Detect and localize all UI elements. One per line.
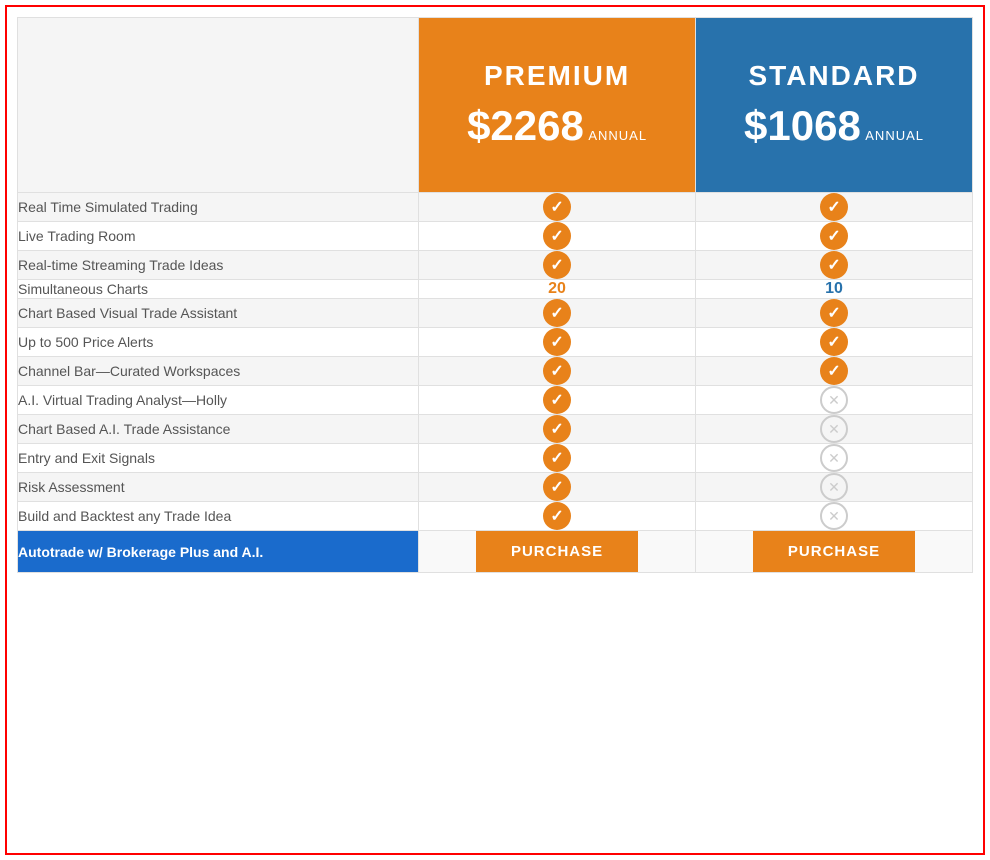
check-icon: ✓ [543, 222, 571, 250]
check-icon: ✓ [543, 415, 571, 443]
check-icon: ✓ [543, 328, 571, 356]
feature-label: Real Time Simulated Trading [18, 193, 419, 222]
standard-purchase-cell: PURCHASE [696, 531, 973, 573]
standard-feature-cell: ✓ [696, 328, 973, 357]
premium-feature-cell: ✓ [419, 357, 696, 386]
check-icon: ✓ [820, 357, 848, 385]
check-icon: ✓ [820, 193, 848, 221]
check-icon: ✓ [820, 222, 848, 250]
feature-label: Risk Assessment [18, 473, 419, 502]
feature-header [18, 18, 419, 193]
standard-feature-cell: ✕ [696, 386, 973, 415]
premium-feature-cell: ✓ [419, 386, 696, 415]
table-row: Chart Based A.I. Trade Assistance ✓ ✕ [18, 415, 973, 444]
table-row: Build and Backtest any Trade Idea ✓ ✕ [18, 502, 973, 531]
standard-feature-cell: ✕ [696, 473, 973, 502]
table-row: Live Trading Room ✓ ✓ [18, 222, 973, 251]
cross-icon: ✕ [820, 502, 848, 530]
table-row: Real-time Streaming Trade Ideas ✓ ✓ [18, 251, 973, 280]
feature-label: Real-time Streaming Trade Ideas [18, 251, 419, 280]
standard-price: $1068 [744, 102, 861, 149]
number-value: 20 [548, 280, 566, 297]
premium-feature-cell: ✓ [419, 193, 696, 222]
check-icon: ✓ [543, 357, 571, 385]
table-row: Channel Bar—Curated Workspaces ✓ ✓ [18, 357, 973, 386]
standard-purchase-button[interactable]: PURCHASE [753, 531, 915, 572]
standard-header: STANDARD $1068 ANNUAL [696, 18, 973, 193]
check-icon: ✓ [543, 502, 571, 530]
premium-purchase-button[interactable]: PURCHASE [476, 531, 638, 572]
standard-period: ANNUAL [865, 128, 924, 143]
premium-purchase-cell: PURCHASE [419, 531, 696, 573]
table-row: Chart Based Visual Trade Assistant ✓ ✓ [18, 299, 973, 328]
check-icon: ✓ [543, 251, 571, 279]
check-icon: ✓ [820, 299, 848, 327]
standard-feature-cell: ✓ [696, 193, 973, 222]
premium-feature-cell: ✓ [419, 299, 696, 328]
table-row: Up to 500 Price Alerts ✓ ✓ [18, 328, 973, 357]
feature-label-highlighted: Autotrade w/ Brokerage Plus and A.I. [18, 531, 419, 573]
premium-feature-cell: ✓ [419, 415, 696, 444]
standard-feature-cell: ✓ [696, 299, 973, 328]
feature-label: Live Trading Room [18, 222, 419, 251]
outer-border: PREMIUM $2268 ANNUAL STANDARD $1068 ANNU… [5, 5, 985, 855]
premium-feature-cell: 20 [419, 280, 696, 299]
premium-price: $2268 [467, 102, 584, 149]
check-icon: ✓ [543, 444, 571, 472]
check-icon: ✓ [820, 328, 848, 356]
premium-feature-cell: ✓ [419, 502, 696, 531]
table-row: A.I. Virtual Trading Analyst—Holly ✓ ✕ [18, 386, 973, 415]
table-row: Autotrade w/ Brokerage Plus and A.I. PURC… [18, 531, 973, 573]
standard-feature-cell: 10 [696, 280, 973, 299]
feature-label: A.I. Virtual Trading Analyst—Holly [18, 386, 419, 415]
premium-header: PREMIUM $2268 ANNUAL [419, 18, 696, 193]
feature-label: Entry and Exit Signals [18, 444, 419, 473]
cross-icon: ✕ [820, 415, 848, 443]
feature-label: Chart Based Visual Trade Assistant [18, 299, 419, 328]
premium-feature-cell: ✓ [419, 473, 696, 502]
premium-feature-cell: ✓ [419, 328, 696, 357]
check-icon: ✓ [543, 386, 571, 414]
premium-feature-cell: ✓ [419, 444, 696, 473]
cross-icon: ✕ [820, 386, 848, 414]
table-row: Simultaneous Charts 20 10 [18, 280, 973, 299]
premium-feature-cell: ✓ [419, 222, 696, 251]
check-icon: ✓ [543, 473, 571, 501]
check-icon: ✓ [820, 251, 848, 279]
premium-plan-name: PREMIUM [419, 60, 695, 92]
feature-label: Channel Bar—Curated Workspaces [18, 357, 419, 386]
cross-icon: ✕ [820, 444, 848, 472]
cross-icon: ✕ [820, 473, 848, 501]
feature-label: Simultaneous Charts [18, 280, 419, 299]
standard-plan-name: STANDARD [696, 60, 972, 92]
pricing-table: PREMIUM $2268 ANNUAL STANDARD $1068 ANNU… [17, 17, 973, 573]
feature-label: Up to 500 Price Alerts [18, 328, 419, 357]
standard-feature-cell: ✓ [696, 357, 973, 386]
check-icon: ✓ [543, 299, 571, 327]
table-row: Real Time Simulated Trading ✓ ✓ [18, 193, 973, 222]
feature-label: Build and Backtest any Trade Idea [18, 502, 419, 531]
number-value: 10 [825, 280, 843, 297]
check-icon: ✓ [543, 193, 571, 221]
standard-feature-cell: ✕ [696, 444, 973, 473]
premium-period: ANNUAL [588, 128, 647, 143]
standard-feature-cell: ✓ [696, 222, 973, 251]
premium-feature-cell: ✓ [419, 251, 696, 280]
table-row: Entry and Exit Signals ✓ ✕ [18, 444, 973, 473]
standard-feature-cell: ✓ [696, 251, 973, 280]
feature-label: Chart Based A.I. Trade Assistance [18, 415, 419, 444]
table-row: Risk Assessment ✓ ✕ [18, 473, 973, 502]
standard-feature-cell: ✕ [696, 415, 973, 444]
standard-feature-cell: ✕ [696, 502, 973, 531]
